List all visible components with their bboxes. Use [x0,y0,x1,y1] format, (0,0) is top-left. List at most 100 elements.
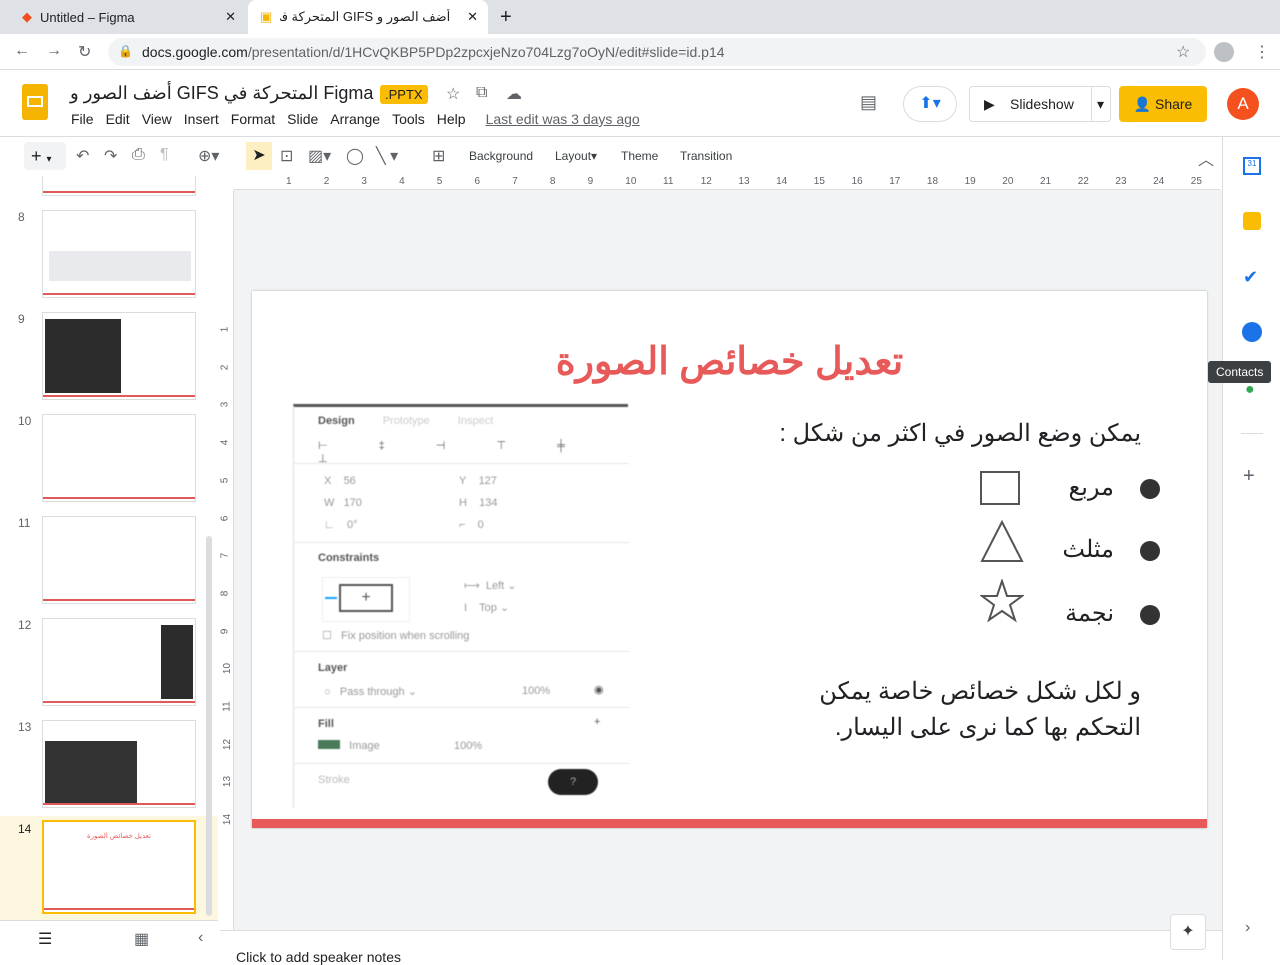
menu-view[interactable]: View [142,111,172,127]
forward-icon[interactable]: → [46,42,62,60]
comments-icon[interactable]: ▤ [860,92,877,113]
chevron-left-icon[interactable]: ‹ [198,929,203,947]
contacts-icon[interactable] [1242,322,1262,342]
transition-button[interactable]: Transition [680,149,732,163]
ruler-tick: 1 [286,176,292,187]
slide[interactable]: تعديل خصائص الصورة Design Prototype Inspec… [252,291,1207,828]
paint-format-icon[interactable]: ¶ [160,146,169,164]
ruler-tick: 5 [436,176,443,187]
last-edit-link[interactable]: Last edit was 3 days ago [486,111,640,127]
menu-arrange[interactable]: Arrange [330,111,380,127]
browser-tab-bar: ◆ Untitled – Figma ✕ ▣ أضف الصور و GIFS … [0,0,1280,34]
menu-insert[interactable]: Insert [184,111,219,127]
doc-title[interactable]: أضف الصور و GIFS المتحركة في Figma [70,83,373,104]
ruler-tick: 3 [361,176,367,187]
layout-button[interactable]: Layout▾ [555,149,597,163]
bullet-dot [1140,605,1160,625]
ruler-tick: 9 [219,628,231,634]
slide-thumbnail-9[interactable] [42,312,196,400]
browser-tab-slides[interactable]: ▣ أضف الصور و GIFS المتحركة في ✕ [248,0,488,34]
slides-icon: ▣ [260,9,273,24]
avatar[interactable]: A [1227,88,1259,120]
square-icon [980,471,1020,505]
side-panel: 31 ✔ ● + › [1222,137,1280,960]
slide-thumbnail-14[interactable]: تعديل خصائص الصورة [42,820,196,914]
cloud-status-icon[interactable]: ☁ [506,84,522,104]
menu-help[interactable]: Help [437,111,466,127]
menu-format[interactable]: Format [231,111,275,127]
close-icon[interactable]: ✕ [467,9,478,25]
menu-edit[interactable]: Edit [106,111,130,127]
intro-text[interactable]: يمكن وضع الصور في اكثر من شكل : [779,419,1141,448]
ruler-tick: 21 [1040,176,1052,187]
slide-thumbnail-11[interactable] [42,516,196,604]
slide-thumbnail-13[interactable] [42,720,196,808]
menu-slide[interactable]: Slide [287,111,318,127]
lock-icon: 🔒 [118,44,133,58]
star-icon[interactable]: ☆ [1176,42,1190,62]
ruler-tick: 3 [219,402,231,408]
tasks-icon[interactable]: ✔ [1243,267,1258,288]
bullet-dot [1140,479,1160,499]
profile-icon[interactable] [1214,42,1234,62]
line-icon[interactable]: ╲ ▾ [376,146,398,166]
slides-logo[interactable] [22,84,48,120]
menu-tools[interactable]: Tools [392,111,425,127]
filmstrip-scrollbar[interactable] [206,536,212,916]
collapse-icon[interactable]: ︿ [1198,146,1214,170]
outro-line-2[interactable]: التحكم بها كما نرى على اليسار. [835,713,1141,742]
select-icon[interactable]: ➤ [246,142,272,170]
star-icon[interactable]: ☆ [446,84,460,104]
add-addon-icon[interactable]: + [1243,465,1255,488]
new-tab-icon[interactable]: + [500,6,512,29]
slide-thumbnail-8[interactable] [42,210,196,298]
more-icon[interactable]: ⋮ [1254,42,1270,62]
redo-icon[interactable]: ↷ [104,146,117,166]
comment-icon[interactable]: ⊞ [432,146,445,166]
slide-thumbnail-10[interactable] [42,414,196,502]
ruler-tick: 14 [222,814,234,826]
print-icon[interactable]: ⎙ [132,146,145,164]
bullet-list[interactable]: مربع مثلث نجمة [980,467,1160,627]
slideshow-button[interactable]: Slideshow ▶ ▾ [969,86,1111,122]
maps-icon[interactable]: ● [1245,381,1255,399]
chevron-right-icon[interactable]: › [1245,919,1250,937]
url-input[interactable]: docs.google.com/presentation/d/1HCvQKBP5… [108,38,1206,66]
undo-icon[interactable]: ↶ [76,146,89,166]
outro-line-1[interactable]: و لكل شكل خصائص خاصة يمكن [819,677,1141,706]
filmstrip-view-icon[interactable]: ☰ [38,929,52,949]
speaker-notes[interactable]: Click to add speaker notes [220,930,1222,965]
slide-thumbnail[interactable] [42,176,196,196]
zoom-icon[interactable]: ⊕▾ [198,146,219,166]
new-slide-button[interactable]: + ▾ [24,142,66,170]
close-icon[interactable]: ✕ [225,9,236,25]
keep-icon[interactable] [1243,212,1261,230]
image-icon[interactable]: ▨▾ [308,146,331,166]
grid-view-icon[interactable]: ▦ [134,929,149,949]
ruler-tick: 8 [549,176,556,187]
slide-number: 9 [18,312,25,326]
slide-title[interactable]: تعديل خصائص الصورة [252,339,1207,384]
calendar-icon[interactable]: 31 [1243,157,1261,175]
back-icon[interactable]: ← [14,42,30,60]
share-button[interactable]: 👤 Share [1119,86,1207,122]
background-button[interactable]: Background [469,149,533,163]
ruler-tick: 13 [738,176,750,187]
theme-button[interactable]: Theme [621,149,658,163]
ruler-tick: 2 [323,176,330,187]
triangle-icon [980,519,1024,562]
menu-file[interactable]: File [71,111,94,127]
browser-tab-figma[interactable]: ◆ Untitled – Figma ✕ [10,0,246,34]
ruler-tick: 4 [399,176,405,187]
reload-icon[interactable]: ↻ [78,42,91,62]
bullet-star: نجمة [1065,600,1114,627]
explore-icon[interactable]: ✦ [1170,914,1206,950]
horizontal-ruler: 1 2 3 4 5 6 7 8 9 10 11 12 13 14 15 16 17 18 19 20 21 22 23 24 2… [234,176,1220,190]
text-box-icon[interactable]: ⊡ [280,146,293,166]
filmstrip[interactable]: 8 9 10 11 12 13 14 تعديل خصائص الصورة [0,176,218,920]
present-options-icon[interactable]: ⬆▾ [903,86,957,122]
slide-thumbnail-12[interactable] [42,618,196,706]
ruler-tick: 7 [512,176,518,187]
move-folder-icon[interactable]: ⧉ [476,84,487,102]
shape-icon[interactable]: ◯ [346,146,364,166]
